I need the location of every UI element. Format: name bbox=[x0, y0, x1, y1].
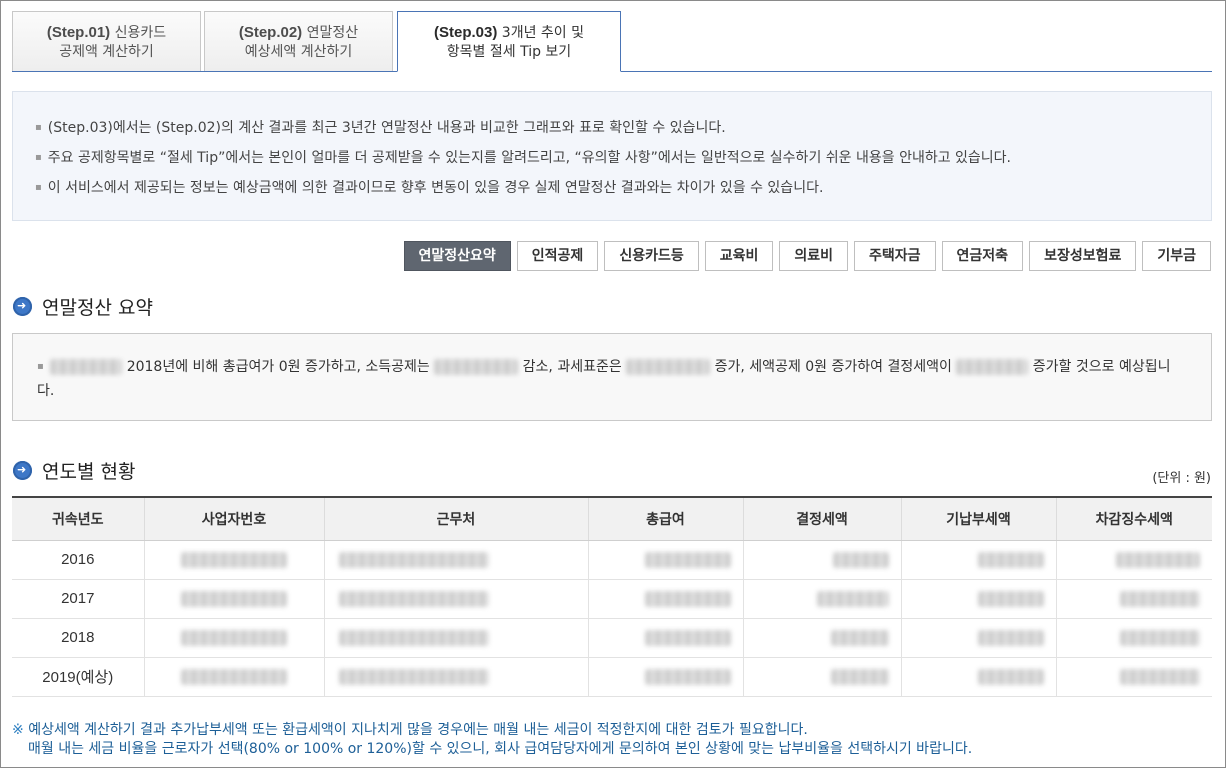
notice-item: (Step.03)에서는 (Step.02)의 계산 결과를 최근 3년간 연말… bbox=[35, 114, 1211, 144]
year-cell: 2017 bbox=[12, 579, 144, 619]
masked-value bbox=[338, 669, 489, 686]
medical-button[interactable]: 의료비 bbox=[779, 241, 849, 271]
masked-value bbox=[338, 591, 489, 608]
credit-card-button[interactable]: 신용카드등 bbox=[604, 241, 699, 271]
unit-label: (단위 : 원) bbox=[1152, 471, 1211, 486]
section-title-text: 연도별 현황 bbox=[42, 461, 136, 483]
donation-button[interactable]: 기부금 bbox=[1142, 241, 1211, 271]
year-cell: 2018 bbox=[12, 618, 144, 658]
tab-step-label: (Step.02) bbox=[238, 24, 303, 41]
table-header-row: 귀속년도 사업자번호 근무처 총급여 결정세액 기납부세액 차감징수세액 bbox=[12, 496, 1212, 541]
summary-box: 2018년에 비해 총급여가 0원 증가하고, 소득공제는 감소, 과세표준은 … bbox=[12, 333, 1212, 421]
masked-value bbox=[338, 552, 489, 569]
masked-amount bbox=[626, 359, 711, 375]
masked-value bbox=[977, 630, 1044, 647]
tab-step-01[interactable]: (Step.01) 신용카드 공제액 계산하기 bbox=[12, 11, 201, 71]
housing-fund-button[interactable]: 주택자금 bbox=[854, 241, 936, 271]
masked-value bbox=[977, 552, 1044, 569]
masked-name bbox=[50, 359, 123, 375]
yearly-table: 귀속년도 사업자번호 근무처 총급여 결정세액 기납부세액 차감징수세액 201… bbox=[12, 496, 1212, 697]
col-header: 총급여 bbox=[587, 496, 743, 541]
table-row: 2018 bbox=[12, 618, 1212, 658]
masked-value bbox=[644, 669, 731, 686]
tab-title-line2: 예상세액 계산하기 bbox=[244, 44, 353, 60]
year-cell: 2019(예상) bbox=[12, 657, 144, 697]
summary-text-2: 감소, 과세표준은 bbox=[522, 359, 622, 375]
footnote-line2: 매월 내는 세금 비율을 근로자가 선택(80% or 100% or 120%… bbox=[28, 741, 973, 757]
tab-title-line1: 3개년 추이 및 bbox=[501, 25, 585, 41]
table-row: 2016 bbox=[12, 540, 1212, 580]
masked-value bbox=[832, 552, 889, 569]
education-button[interactable]: 교육비 bbox=[704, 241, 774, 271]
tab-step-label: (Step.03) bbox=[433, 24, 498, 41]
tab-step-02[interactable]: (Step.02) 연말정산 예상세액 계산하기 bbox=[204, 11, 393, 71]
tab-title-line2: 공제액 계산하기 bbox=[59, 44, 154, 60]
notice-item: 주요 공제항목별로 “절세 Tip”에서는 본인이 얼마를 더 공제받을 수 있… bbox=[35, 144, 1211, 174]
col-header: 귀속년도 bbox=[12, 496, 144, 541]
footnote: ※ 예상세액 계산하기 결과 추가납부세액 또는 환급세액이 지나치게 많을 경… bbox=[12, 721, 972, 759]
footnote-line1: 예상세액 계산하기 결과 추가납부세액 또는 환급세액이 지나치게 많을 경우에… bbox=[28, 722, 808, 738]
arrow-circle-icon bbox=[13, 461, 32, 480]
masked-value bbox=[1120, 630, 1200, 647]
tab-title-line1: 연말정산 bbox=[306, 25, 359, 41]
arrow-circle-icon bbox=[13, 297, 32, 316]
masked-value bbox=[1120, 591, 1200, 608]
col-header: 사업자번호 bbox=[143, 496, 324, 541]
table-row: 2019(예상) bbox=[12, 657, 1212, 697]
masked-value bbox=[816, 591, 889, 608]
masked-value bbox=[1120, 669, 1200, 686]
section-title-summary: 연말정산 요약 bbox=[13, 293, 153, 320]
insurance-button[interactable]: 보장성보험료 bbox=[1029, 241, 1137, 271]
masked-amount bbox=[956, 359, 1029, 375]
masked-value bbox=[181, 630, 287, 647]
tab-step-label: (Step.01) bbox=[46, 24, 111, 41]
masked-value bbox=[977, 591, 1044, 608]
tab-title-line2: 항목별 절세 Tip 보기 bbox=[446, 44, 572, 60]
tab-title-line1: 신용카드 bbox=[114, 25, 167, 41]
masked-value bbox=[644, 591, 731, 608]
personal-deduction-button[interactable]: 인적공제 bbox=[516, 241, 599, 271]
pension-savings-button[interactable]: 연금저축 bbox=[941, 241, 1024, 271]
masked-value bbox=[977, 669, 1044, 686]
reference-mark-icon: ※ bbox=[12, 722, 24, 738]
masked-value bbox=[644, 552, 731, 569]
tab-step-03[interactable]: (Step.03) 3개년 추이 및 항목별 절세 Tip 보기 bbox=[397, 11, 621, 72]
masked-value bbox=[830, 630, 889, 647]
col-header: 기납부세액 bbox=[900, 496, 1056, 541]
category-button-bar: 연말정산요약 인적공제 신용카드등 교육비 의료비 주택자금 연금저축 보장성보… bbox=[403, 241, 1211, 271]
masked-value bbox=[181, 552, 287, 569]
masked-value bbox=[338, 630, 489, 647]
col-header: 근무처 bbox=[323, 496, 588, 541]
masked-value bbox=[644, 630, 731, 647]
step-tabs: (Step.01) 신용카드 공제액 계산하기 (Step.02) 연말정산 예… bbox=[12, 11, 1212, 72]
col-header: 차감징수세액 bbox=[1055, 496, 1212, 541]
masked-amount bbox=[434, 359, 519, 375]
notice-item: 이 서비스에서 제공되는 정보는 예상금액에 의한 결과이므로 향후 변동이 있… bbox=[35, 174, 1211, 204]
table-row: 2017 bbox=[12, 579, 1212, 619]
masked-value bbox=[1116, 552, 1200, 569]
masked-value bbox=[181, 669, 287, 686]
section-title-yearly: 연도별 현황 bbox=[13, 457, 135, 484]
notice-box: (Step.03)에서는 (Step.02)의 계산 결과를 최근 3년간 연말… bbox=[12, 91, 1212, 221]
masked-value bbox=[830, 669, 889, 686]
summary-text-3: 증가, 세액공제 0원 증가하여 결정세액이 bbox=[714, 359, 952, 375]
section-title-text: 연말정산 요약 bbox=[42, 297, 153, 319]
summary-button[interactable]: 연말정산요약 bbox=[403, 241, 511, 271]
year-cell: 2016 bbox=[12, 540, 144, 580]
masked-value bbox=[181, 591, 287, 608]
summary-text-1: 2018년에 비해 총급여가 0원 증가하고, 소득공제는 bbox=[126, 359, 430, 375]
col-header: 결정세액 bbox=[742, 496, 901, 541]
